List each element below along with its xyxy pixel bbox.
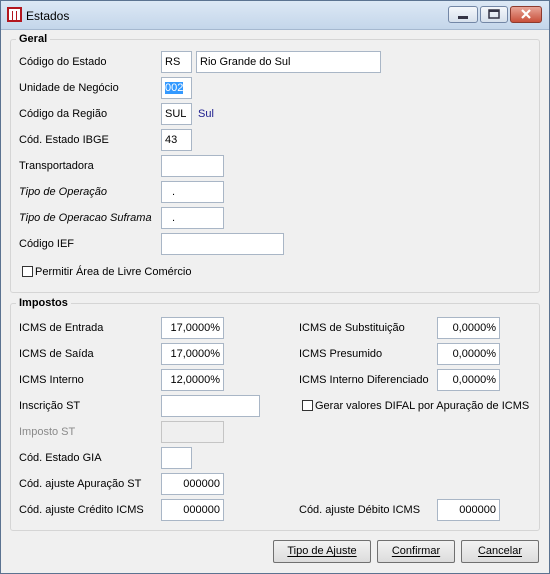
livre-comercio-checkbox[interactable]	[22, 266, 33, 277]
cod-ajuste-credito-icms-label: Cód. ajuste Crédito ICMS	[19, 504, 144, 516]
unidade-negocio-label: Unidade de Negócio	[19, 82, 119, 94]
icms-interno-field[interactable]: 12,0000%	[161, 369, 224, 391]
gerar-difal-label[interactable]: Gerar valores DIFAL por Apuração de ICMS	[315, 400, 529, 412]
confirmar-button[interactable]: Confirmar	[377, 540, 455, 563]
codigo-regiao-field[interactable]: SUL	[161, 103, 192, 125]
unidade-negocio-field[interactable]: 002	[161, 77, 192, 99]
maximize-button[interactable]	[480, 6, 508, 23]
icms-presumido-label: ICMS Presumido	[299, 348, 383, 360]
geral-group-title: Geral	[16, 33, 51, 45]
impostos-group-title: Impostos	[16, 297, 71, 309]
icms-substituicao-field[interactable]: 0,0000%	[437, 317, 500, 339]
imposto-st-field	[161, 421, 224, 443]
window-title: Estados	[26, 9, 70, 23]
unidade-negocio-value: 002	[165, 82, 184, 94]
cod-ajuste-debito-icms-label: Cód. ajuste Débito ICMS	[299, 504, 421, 516]
icms-entrada-label: ICMS de Entrada	[19, 322, 104, 334]
cod-estado-gia-field[interactable]	[161, 447, 192, 469]
close-button[interactable]	[510, 6, 542, 23]
transportadora-field[interactable]	[161, 155, 224, 177]
icms-saida-field[interactable]: 17,0000%	[161, 343, 224, 365]
cancelar-button[interactable]: Cancelar	[461, 540, 539, 563]
minimize-button[interactable]	[448, 6, 478, 23]
icms-interno-diferenciado-field[interactable]: 0,0000%	[437, 369, 500, 391]
cod-ajuste-debito-icms-field[interactable]: 000000	[437, 499, 500, 521]
tipo-operacao-label: Tipo de Operação	[19, 186, 107, 198]
icms-interno-label: ICMS Interno	[19, 374, 84, 386]
imposto-st-label: Imposto ST	[19, 426, 76, 438]
codigo-estado-field[interactable]: RS	[161, 51, 192, 73]
icms-interno-diferenciado-label: ICMS Interno Diferenciado	[299, 374, 429, 386]
icms-entrada-field[interactable]: 17,0000%	[161, 317, 224, 339]
estados-window: Estados Geral Código do Estado RS Rio Gr…	[0, 0, 550, 574]
icms-substituicao-label: ICMS de Substituição	[299, 322, 405, 334]
title-bar: Estados	[1, 1, 549, 30]
app-logo-icon	[7, 7, 22, 22]
tipo-operacao-suframa-label: Tipo de Operacao Suframa	[19, 212, 152, 224]
inscricao-st-field[interactable]	[161, 395, 260, 417]
cod-ajuste-credito-icms-field[interactable]: 000000	[161, 499, 224, 521]
icms-saida-label: ICMS de Saída	[19, 348, 94, 360]
codigo-estado-label: Código do Estado	[19, 56, 107, 68]
cod-ajuste-apuracao-st-field[interactable]: 000000	[161, 473, 224, 495]
tipo-operacao-suframa-field[interactable]: .	[161, 207, 224, 229]
codigo-ief-label: Código IEF	[19, 238, 75, 250]
gerar-difal-checkbox[interactable]	[302, 400, 313, 411]
minimize-icon	[458, 16, 468, 19]
cod-estado-gia-label: Cód. Estado GIA	[19, 452, 102, 464]
cod-estado-ibge-field[interactable]: 43	[161, 129, 192, 151]
codigo-regiao-label: Código da Região	[19, 108, 108, 120]
livre-comercio-label[interactable]: Permitir Área de Livre Comércio	[35, 266, 192, 278]
close-icon	[521, 9, 531, 19]
estado-name-field[interactable]: Rio Grande do Sul	[196, 51, 381, 73]
transportadora-label: Transportadora	[19, 160, 94, 172]
tipo-de-ajuste-button[interactable]: Tipo de Ajuste	[273, 540, 371, 563]
cod-estado-ibge-label: Cód. Estado IBGE	[19, 134, 109, 146]
maximize-icon	[488, 9, 500, 19]
inscricao-st-label: Inscrição ST	[19, 400, 81, 412]
icms-presumido-field[interactable]: 0,0000%	[437, 343, 500, 365]
codigo-ief-field[interactable]	[161, 233, 284, 255]
cod-ajuste-apuracao-st-label: Cód. ajuste Apuração ST	[19, 478, 142, 490]
tipo-operacao-field[interactable]: .	[161, 181, 224, 203]
regiao-name-text: Sul	[198, 108, 214, 120]
